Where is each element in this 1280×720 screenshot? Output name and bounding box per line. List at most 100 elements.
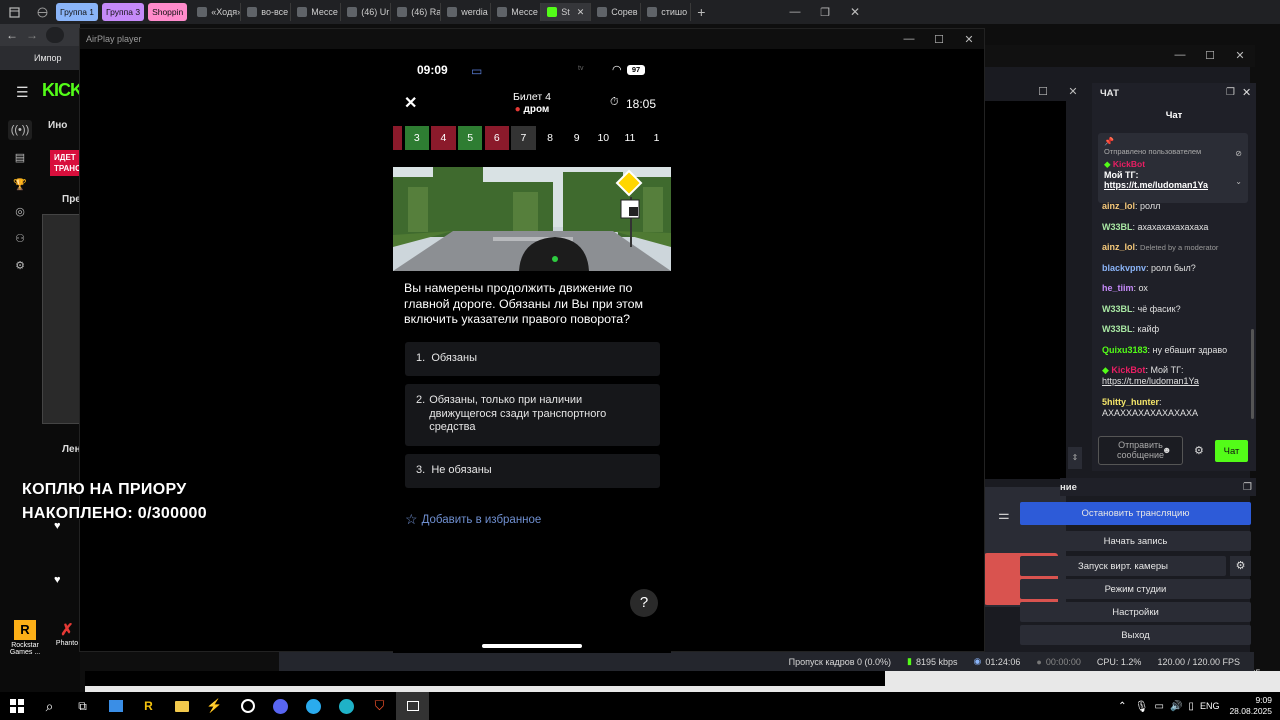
close-dock-icon[interactable]: ✕ xyxy=(1242,86,1251,99)
ticket-number-cell[interactable]: 10 xyxy=(591,126,616,150)
folder-icon[interactable] xyxy=(165,692,198,720)
tab-group-chip[interactable]: Shoppin xyxy=(148,3,188,21)
answer-option-2[interactable]: 2. Обязаны, только при наличии движущего… xyxy=(405,384,660,446)
back-arrow-icon[interactable]: ← xyxy=(6,28,18,42)
chat-username[interactable]: W33BL xyxy=(1102,304,1133,314)
close-icon[interactable]: ✕ xyxy=(954,29,984,49)
language-indicator[interactable]: ENG xyxy=(1200,701,1220,711)
ticket-number-cell[interactable]: 3 xyxy=(404,126,429,150)
edge-icon[interactable] xyxy=(330,692,363,720)
chat-message[interactable]: he_tiim: ох xyxy=(1102,283,1250,294)
search-icon[interactable]: ⌕ xyxy=(33,692,66,720)
browser-tab[interactable]: Мессе xyxy=(291,3,342,21)
settings-button[interactable]: Настройки xyxy=(1020,602,1251,622)
chat-username[interactable]: he_tiim xyxy=(1102,283,1134,293)
chat-username[interactable]: ainz_lol xyxy=(1102,201,1135,211)
chat-message[interactable]: 5hitty_hunter: АХАХХАХАХАХАХАХА xyxy=(1102,397,1250,419)
app-icon-r[interactable]: R xyxy=(132,692,165,720)
app-icon-explorer[interactable] xyxy=(99,692,132,720)
chat-username[interactable]: Quixu3183 xyxy=(1102,345,1148,355)
globe-icon[interactable] xyxy=(28,7,56,18)
chat-message[interactable]: W33BL: ахахахахахахаха xyxy=(1102,222,1250,233)
float-dock-icon[interactable]: ❐ xyxy=(1243,482,1252,493)
pinned-message[interactable]: 📌 Отправлено пользователем ◆ KickBot Мой… xyxy=(1098,133,1248,203)
trophy-nav-icon[interactable]: 🏆 xyxy=(8,174,32,194)
telegram-icon[interactable] xyxy=(297,692,330,720)
chat-link[interactable]: https://t.me/ludoman1Ya xyxy=(1102,376,1199,386)
minimize-icon[interactable]: — xyxy=(1165,45,1195,65)
live-badge[interactable]: ИДЕТ ТРАНС xyxy=(50,150,80,176)
maximize-icon[interactable]: ☐ xyxy=(1028,81,1058,101)
chat-message[interactable]: W33BL: кайф xyxy=(1102,324,1250,335)
chat-username[interactable]: 5hitty_hunter xyxy=(1102,397,1159,407)
browser-tab[interactable]: стишо xyxy=(641,3,692,21)
network-icon[interactable]: ▭ xyxy=(1155,701,1164,712)
browser-tab[interactable]: во-все xyxy=(241,3,292,21)
chat-username[interactable]: W33BL xyxy=(1102,324,1133,334)
kick-logo[interactable]: KICK xyxy=(42,80,83,101)
float-dock-icon[interactable]: ❐ xyxy=(1226,87,1235,98)
windows-start-icon[interactable] xyxy=(0,692,33,720)
chevron-down-icon[interactable]: ⌄ xyxy=(1235,177,1242,186)
close-tab-icon[interactable]: ✕ xyxy=(577,7,585,18)
studio-mode-button[interactable]: Режим студии xyxy=(1020,579,1251,599)
close-icon[interactable]: ✕ xyxy=(1225,45,1255,65)
browser-tab[interactable]: werdia xyxy=(441,3,492,21)
chat-message[interactable]: W33BL: чё фасик? xyxy=(1102,304,1250,315)
answer-option-3[interactable]: 3. Не обязаны xyxy=(405,454,660,488)
tray-chevron-icon[interactable]: ⌃ xyxy=(1118,701,1126,712)
tab-group-chip[interactable]: Группа 3 xyxy=(102,3,145,21)
ticket-number-cell[interactable] xyxy=(393,126,403,150)
home-indicator[interactable] xyxy=(482,644,582,648)
minimize-icon[interactable]: — xyxy=(780,6,810,18)
app-icon-lightning[interactable]: ⚡ xyxy=(198,692,231,720)
browser-tab[interactable]: (46) Ur xyxy=(341,3,392,21)
hamburger-icon[interactable]: ☰ xyxy=(16,84,29,101)
ticket-number-cell[interactable]: 1 xyxy=(644,126,669,150)
address-bar[interactable] xyxy=(46,27,64,43)
browse-nav-icon[interactable]: ▤ xyxy=(8,147,32,167)
minimize-icon[interactable]: — xyxy=(894,29,924,49)
chat-username[interactable]: ainz_lol xyxy=(1102,242,1135,252)
scroll-arrows[interactable]: ⇕ xyxy=(1068,447,1082,469)
ticket-number-cell[interactable]: 11 xyxy=(617,126,643,150)
exit-button[interactable]: Выход xyxy=(1020,625,1251,645)
stream-preview-thumb[interactable] xyxy=(42,214,80,424)
chat-message[interactable]: Quixu3183: ну ебашит здраво xyxy=(1102,345,1250,356)
chat-username[interactable]: W33BL xyxy=(1102,222,1133,232)
microphone-icon[interactable]: 🎙 xyxy=(1135,700,1149,713)
pinned-link[interactable]: https://t.me/ludoman1Ya xyxy=(1104,180,1242,190)
close-icon[interactable]: ✕ xyxy=(1058,81,1088,101)
app-icon-window[interactable] xyxy=(396,692,429,720)
settings-nav-icon[interactable]: ⚙ xyxy=(8,255,32,275)
maximize-icon[interactable]: ☐ xyxy=(1195,45,1225,65)
browser-tab[interactable]: «Ходя» xyxy=(191,3,242,21)
chat-message[interactable]: ainz_lol: Deleted by a moderator xyxy=(1102,242,1250,253)
chat-send-button[interactable]: Чат xyxy=(1215,440,1248,462)
tab-group-chip[interactable]: Группа 1 xyxy=(56,3,99,21)
restore-icon[interactable]: ❐ xyxy=(810,6,840,19)
users-nav-icon[interactable]: ⚇ xyxy=(8,228,32,248)
chat-message[interactable]: ainz_lol: ролл xyxy=(1102,201,1250,212)
task-view-icon[interactable]: ⧉ xyxy=(66,692,99,720)
obs-icon[interactable] xyxy=(231,692,264,720)
virtual-camera-settings-icon[interactable]: ⚙ xyxy=(1230,556,1251,576)
tab-menu-icon[interactable] xyxy=(0,6,28,18)
browser-tab[interactable]: St ✕ xyxy=(541,3,592,21)
chat-message[interactable]: blackvpnv: ролл был? xyxy=(1102,263,1250,274)
ticket-number-cell[interactable]: 5 xyxy=(457,126,483,150)
heart-icon[interactable]: ♥ xyxy=(54,574,61,586)
stop-stream-button[interactable]: Остановить трансляцию xyxy=(1020,502,1251,525)
add-favorite-button[interactable]: ☆ Добавить в избранное xyxy=(405,511,541,528)
brave-icon[interactable]: ⛉ xyxy=(363,692,396,720)
hide-pin-icon[interactable]: ⊘ xyxy=(1235,149,1242,158)
maximize-icon[interactable]: ☐ xyxy=(924,29,954,49)
close-icon[interactable]: ✕ xyxy=(840,5,870,19)
mixer-settings-icon[interactable]: ⚌ xyxy=(998,507,1010,523)
ticket-number-cell[interactable]: 9 xyxy=(564,126,589,150)
answer-option-1[interactable]: 1. Обязаны xyxy=(405,342,660,376)
browser-tab[interactable]: Мессе xyxy=(491,3,542,21)
chat-settings-icon[interactable]: ⚙ xyxy=(1194,444,1204,457)
import-bookmarks-link[interactable]: Импор xyxy=(34,53,62,63)
ticket-number-cell[interactable]: 6 xyxy=(484,126,509,150)
